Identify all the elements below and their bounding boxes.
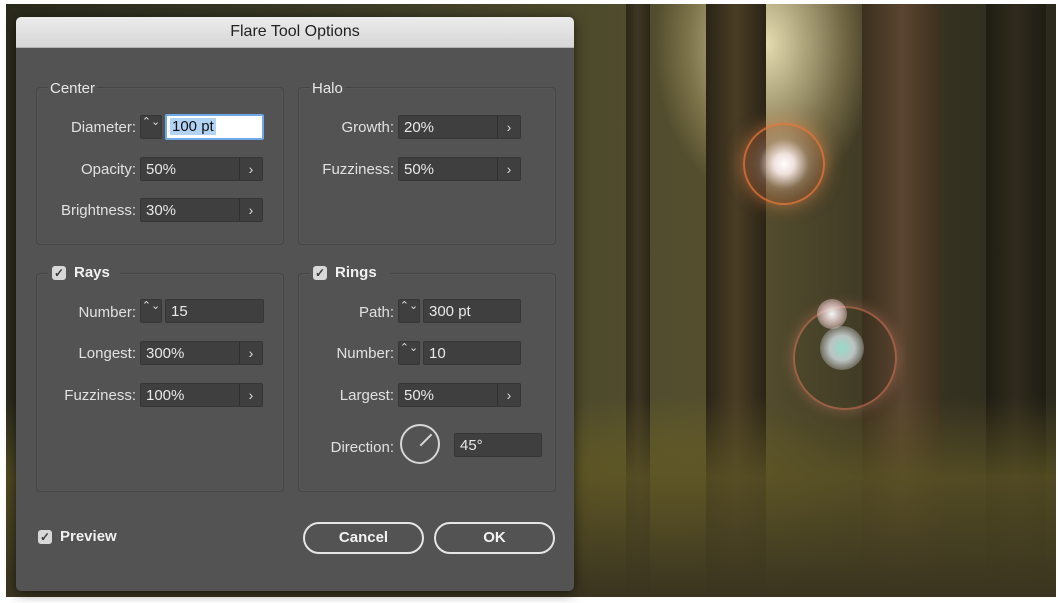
growth-label: Growth: bbox=[341, 119, 394, 136]
longest-field[interactable]: 300% › bbox=[140, 341, 263, 365]
diameter-input[interactable]: 100 pt bbox=[165, 114, 264, 140]
largest-label: Largest: bbox=[339, 387, 394, 404]
opacity-label: Opacity: bbox=[80, 161, 136, 178]
rings-number-stepper[interactable]: ⌃⌄ bbox=[398, 341, 420, 365]
rays-number-input[interactable]: 15 bbox=[165, 299, 264, 323]
rings-number-input[interactable]: 10 bbox=[423, 341, 521, 365]
cancel-button[interactable]: Cancel bbox=[303, 522, 424, 554]
preview-checkbox[interactable]: ✓ bbox=[38, 530, 52, 544]
rays-number-label: Number: bbox=[78, 304, 136, 321]
dialog-title: Flare Tool Options bbox=[16, 17, 574, 48]
largest-chevron-icon[interactable]: › bbox=[497, 384, 520, 406]
halo-fuzziness-label: Fuzziness: bbox=[322, 161, 394, 178]
rays-fuzziness-field[interactable]: 100% › bbox=[140, 383, 263, 407]
halo-fuzziness-value: 50% bbox=[404, 161, 435, 178]
path-label: Path: bbox=[358, 304, 394, 321]
longest-label: Longest: bbox=[78, 345, 136, 362]
rings-number-label: Number: bbox=[336, 345, 394, 362]
rays-number-stepper[interactable]: ⌃⌄ bbox=[140, 299, 162, 323]
stepper-icon: ⌃⌄ bbox=[141, 116, 161, 128]
longest-value: 300% bbox=[146, 345, 185, 362]
direction-value: 45° bbox=[460, 437, 483, 454]
brightness-field[interactable]: 30% › bbox=[140, 198, 263, 222]
growth-value: 20% bbox=[404, 119, 435, 136]
stepper-icon: ⌃⌄ bbox=[141, 300, 161, 312]
flare-tool-options-dialog: Flare Tool Options Center Diameter: ⌃⌄ 1… bbox=[16, 17, 574, 591]
brightness-label: Brightness: bbox=[60, 202, 136, 219]
rings-number-value: 10 bbox=[429, 345, 446, 362]
checkmark-icon: ✓ bbox=[39, 530, 51, 544]
halo-fuzziness-chevron-icon[interactable]: › bbox=[497, 158, 520, 180]
diameter-value: 100 pt bbox=[170, 118, 216, 135]
preview-label: Preview bbox=[60, 528, 117, 545]
checkmark-icon: ✓ bbox=[314, 266, 326, 280]
rays-number-value: 15 bbox=[171, 303, 188, 320]
rays-checkbox[interactable]: ✓ bbox=[52, 266, 66, 280]
center-panel-title: Center bbox=[48, 80, 98, 97]
opacity-field[interactable]: 50% › bbox=[140, 157, 263, 181]
direction-dial[interactable] bbox=[400, 424, 440, 464]
ok-button[interactable]: OK bbox=[434, 522, 555, 554]
direction-dial-needle bbox=[419, 433, 433, 447]
rays-fuzziness-chevron-icon[interactable]: › bbox=[239, 384, 262, 406]
diameter-label: Diameter: bbox=[70, 119, 136, 136]
opacity-chevron-icon[interactable]: › bbox=[239, 158, 262, 180]
opacity-value: 50% bbox=[146, 161, 177, 178]
direction-label: Direction: bbox=[330, 439, 394, 456]
rays-panel-title: Rays bbox=[74, 264, 110, 281]
growth-chevron-icon[interactable]: › bbox=[497, 116, 520, 138]
brightness-chevron-icon[interactable]: › bbox=[239, 199, 262, 221]
flare-halo bbox=[743, 123, 825, 205]
stepper-icon: ⌃⌄ bbox=[399, 300, 419, 312]
rays-fuzziness-label: Fuzziness: bbox=[64, 387, 136, 404]
path-stepper[interactable]: ⌃⌄ bbox=[398, 299, 420, 323]
largest-value: 50% bbox=[404, 387, 435, 404]
stepper-icon: ⌃⌄ bbox=[399, 342, 419, 354]
brightness-value: 30% bbox=[146, 202, 177, 219]
path-input[interactable]: 300 pt bbox=[423, 299, 521, 323]
diameter-stepper[interactable]: ⌃⌄ bbox=[140, 115, 162, 139]
growth-field[interactable]: 20% › bbox=[398, 115, 521, 139]
rings-checkbox[interactable]: ✓ bbox=[313, 266, 327, 280]
halo-fuzziness-field[interactable]: 50% › bbox=[398, 157, 521, 181]
largest-field[interactable]: 50% › bbox=[398, 383, 521, 407]
flare-ring-center bbox=[820, 326, 864, 370]
halo-panel-title: Halo bbox=[310, 80, 345, 97]
path-value: 300 pt bbox=[429, 303, 471, 320]
checkmark-icon: ✓ bbox=[53, 266, 65, 280]
direction-input[interactable]: 45° bbox=[454, 433, 542, 457]
longest-chevron-icon[interactable]: › bbox=[239, 342, 262, 364]
rays-fuzziness-value: 100% bbox=[146, 387, 185, 404]
rings-panel-title: Rings bbox=[335, 264, 377, 281]
flare-ring-small bbox=[817, 299, 847, 329]
